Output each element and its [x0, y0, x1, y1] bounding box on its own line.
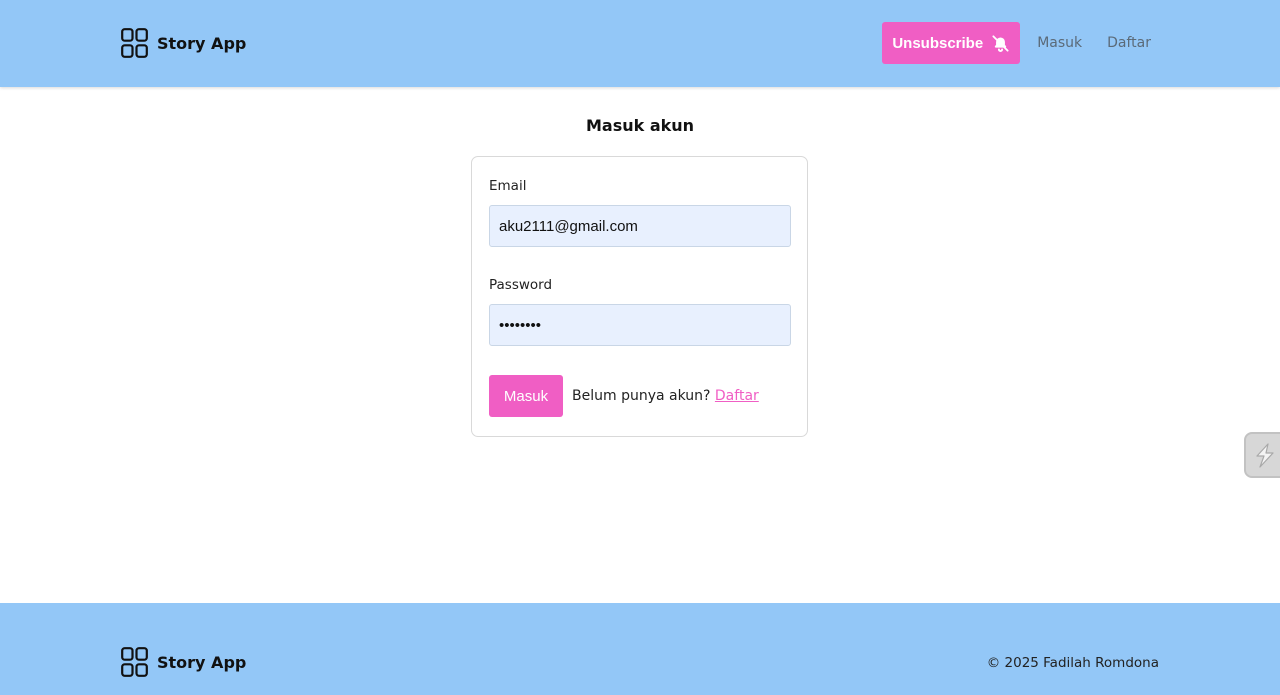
- password-field[interactable]: [489, 304, 791, 346]
- site-footer: Story App © 2025 Fadilah Romdona: [0, 603, 1280, 695]
- unsubscribe-label: Unsubscribe: [892, 34, 984, 52]
- nav-link-masuk[interactable]: Masuk: [1037, 35, 1082, 51]
- login-form: Email Password Masuk Belum punya akun? D…: [471, 156, 808, 437]
- brand[interactable]: Story App: [121, 28, 246, 58]
- login-submit-button[interactable]: Masuk: [489, 375, 563, 417]
- footer-brand-name: Story App: [157, 652, 247, 672]
- email-field[interactable]: [489, 205, 791, 247]
- grid-icon: [121, 28, 148, 58]
- nav-link-daftar[interactable]: Daftar: [1107, 35, 1151, 51]
- site-header: Story App Unsubscribe Masuk Daftar: [0, 0, 1280, 87]
- email-label: Email: [489, 178, 527, 194]
- page-title: Masuk akun: [585, 116, 695, 135]
- lightning-icon: [1256, 443, 1274, 468]
- signup-prompt: Belum punya akun? Daftar: [572, 388, 759, 404]
- main-nav: Unsubscribe Masuk Daftar: [882, 22, 1151, 64]
- footer-brand: Story App: [121, 647, 246, 677]
- brand-name: Story App: [157, 33, 247, 53]
- unsubscribe-button[interactable]: Unsubscribe: [882, 22, 1021, 64]
- grid-icon: [121, 647, 148, 677]
- side-widget-button[interactable]: [1244, 432, 1280, 478]
- copyright-text: © 2025 Fadilah Romdona: [986, 655, 1159, 671]
- password-label: Password: [489, 277, 553, 293]
- signup-prompt-text: Belum punya akun?: [572, 388, 711, 404]
- signup-link[interactable]: Daftar: [715, 388, 759, 404]
- bell-off-icon: [992, 34, 1009, 52]
